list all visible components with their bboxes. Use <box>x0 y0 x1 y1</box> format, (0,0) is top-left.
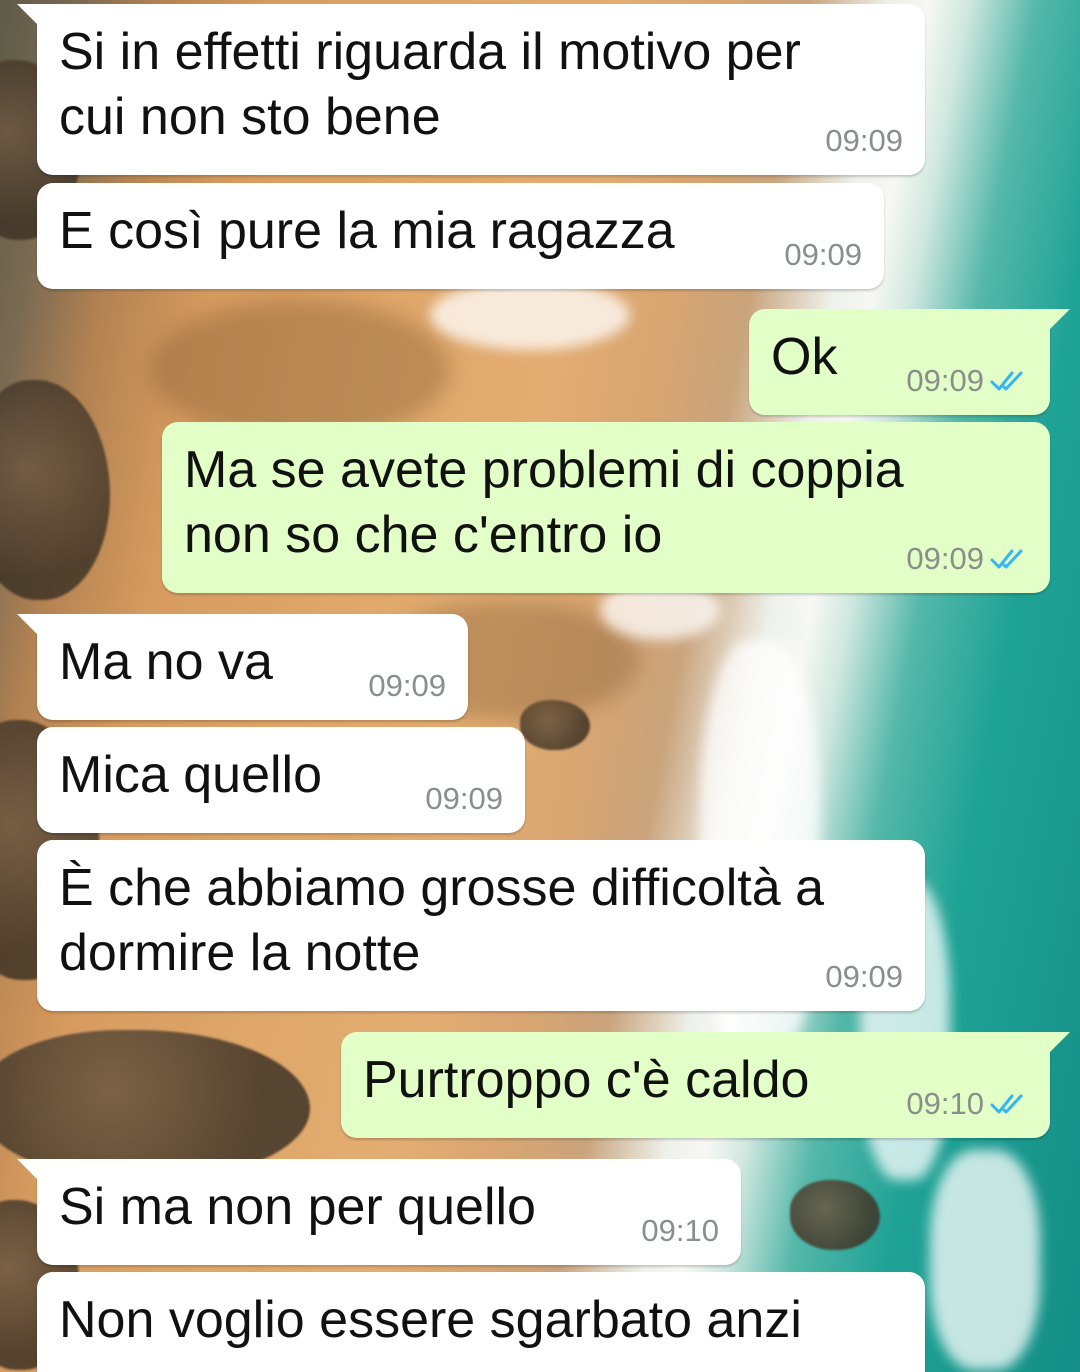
message-text: Non voglio essere sgarbato anzi <box>59 1291 802 1349</box>
outgoing-message[interactable]: Ok 09:09 <box>749 309 1070 415</box>
incoming-message[interactable]: Non voglio essere sgarbato anzi <box>37 1272 925 1372</box>
message-list[interactable]: Si in effetti riguarda il motivo per cui… <box>0 0 1080 1372</box>
message-time: 09:09 <box>368 668 446 703</box>
message-meta: 09:10 <box>641 1213 719 1249</box>
incoming-message[interactable]: Mica quello 09:09 <box>37 727 525 833</box>
outgoing-message[interactable]: Ma se avete problemi di coppia non so ch… <box>162 422 1050 593</box>
message-time: 09:09 <box>906 363 984 398</box>
message-time: 09:10 <box>906 1086 984 1121</box>
message-time: 09:09 <box>425 781 503 816</box>
incoming-message[interactable]: Ma no va 09:09 <box>17 614 468 720</box>
outgoing-message[interactable]: Purtroppo c'è caldo 09:10 <box>341 1032 1070 1138</box>
message-meta: 09:09 <box>784 237 862 273</box>
incoming-message[interactable]: È che abbiamo grosse difficoltà a dormir… <box>37 840 925 1011</box>
message-time: 09:10 <box>641 1213 719 1248</box>
message-text: Mica quello <box>59 746 323 804</box>
message-text: È che abbiamo grosse difficoltà a dormir… <box>59 859 839 982</box>
message-text: Purtroppo c'è caldo <box>363 1051 810 1109</box>
message-meta: 09:09 <box>425 781 503 817</box>
message-text: Ma se avete problemi di coppia non so ch… <box>184 441 919 564</box>
message-text: Si ma non per quello <box>59 1178 536 1236</box>
message-text: Si in effetti riguarda il motivo per cui… <box>59 23 816 146</box>
message-meta: 09:09 <box>825 123 903 159</box>
message-meta: 09:09 <box>906 541 1028 577</box>
message-text: Ok <box>771 328 838 386</box>
message-meta: 09:09 <box>368 668 446 704</box>
incoming-message[interactable]: Si in effetti riguarda il motivo per cui… <box>17 4 925 175</box>
incoming-message[interactable]: E così pure la mia ragazza 09:09 <box>37 183 884 289</box>
double-check-icon <box>990 549 1023 569</box>
message-meta: 09:10 <box>906 1086 1028 1122</box>
message-time: 09:09 <box>825 123 903 158</box>
message-time: 09:09 <box>906 541 984 576</box>
double-check-icon <box>990 1094 1023 1114</box>
message-text: Ma no va <box>59 633 273 691</box>
incoming-message[interactable]: Si ma non per quello 09:10 <box>17 1159 741 1265</box>
message-meta: 09:09 <box>906 363 1028 399</box>
message-time: 09:09 <box>784 237 862 272</box>
message-time: 09:09 <box>825 959 903 994</box>
double-check-icon <box>990 371 1023 391</box>
message-meta: 09:09 <box>825 959 903 995</box>
message-text: E così pure la mia ragazza <box>59 202 675 260</box>
